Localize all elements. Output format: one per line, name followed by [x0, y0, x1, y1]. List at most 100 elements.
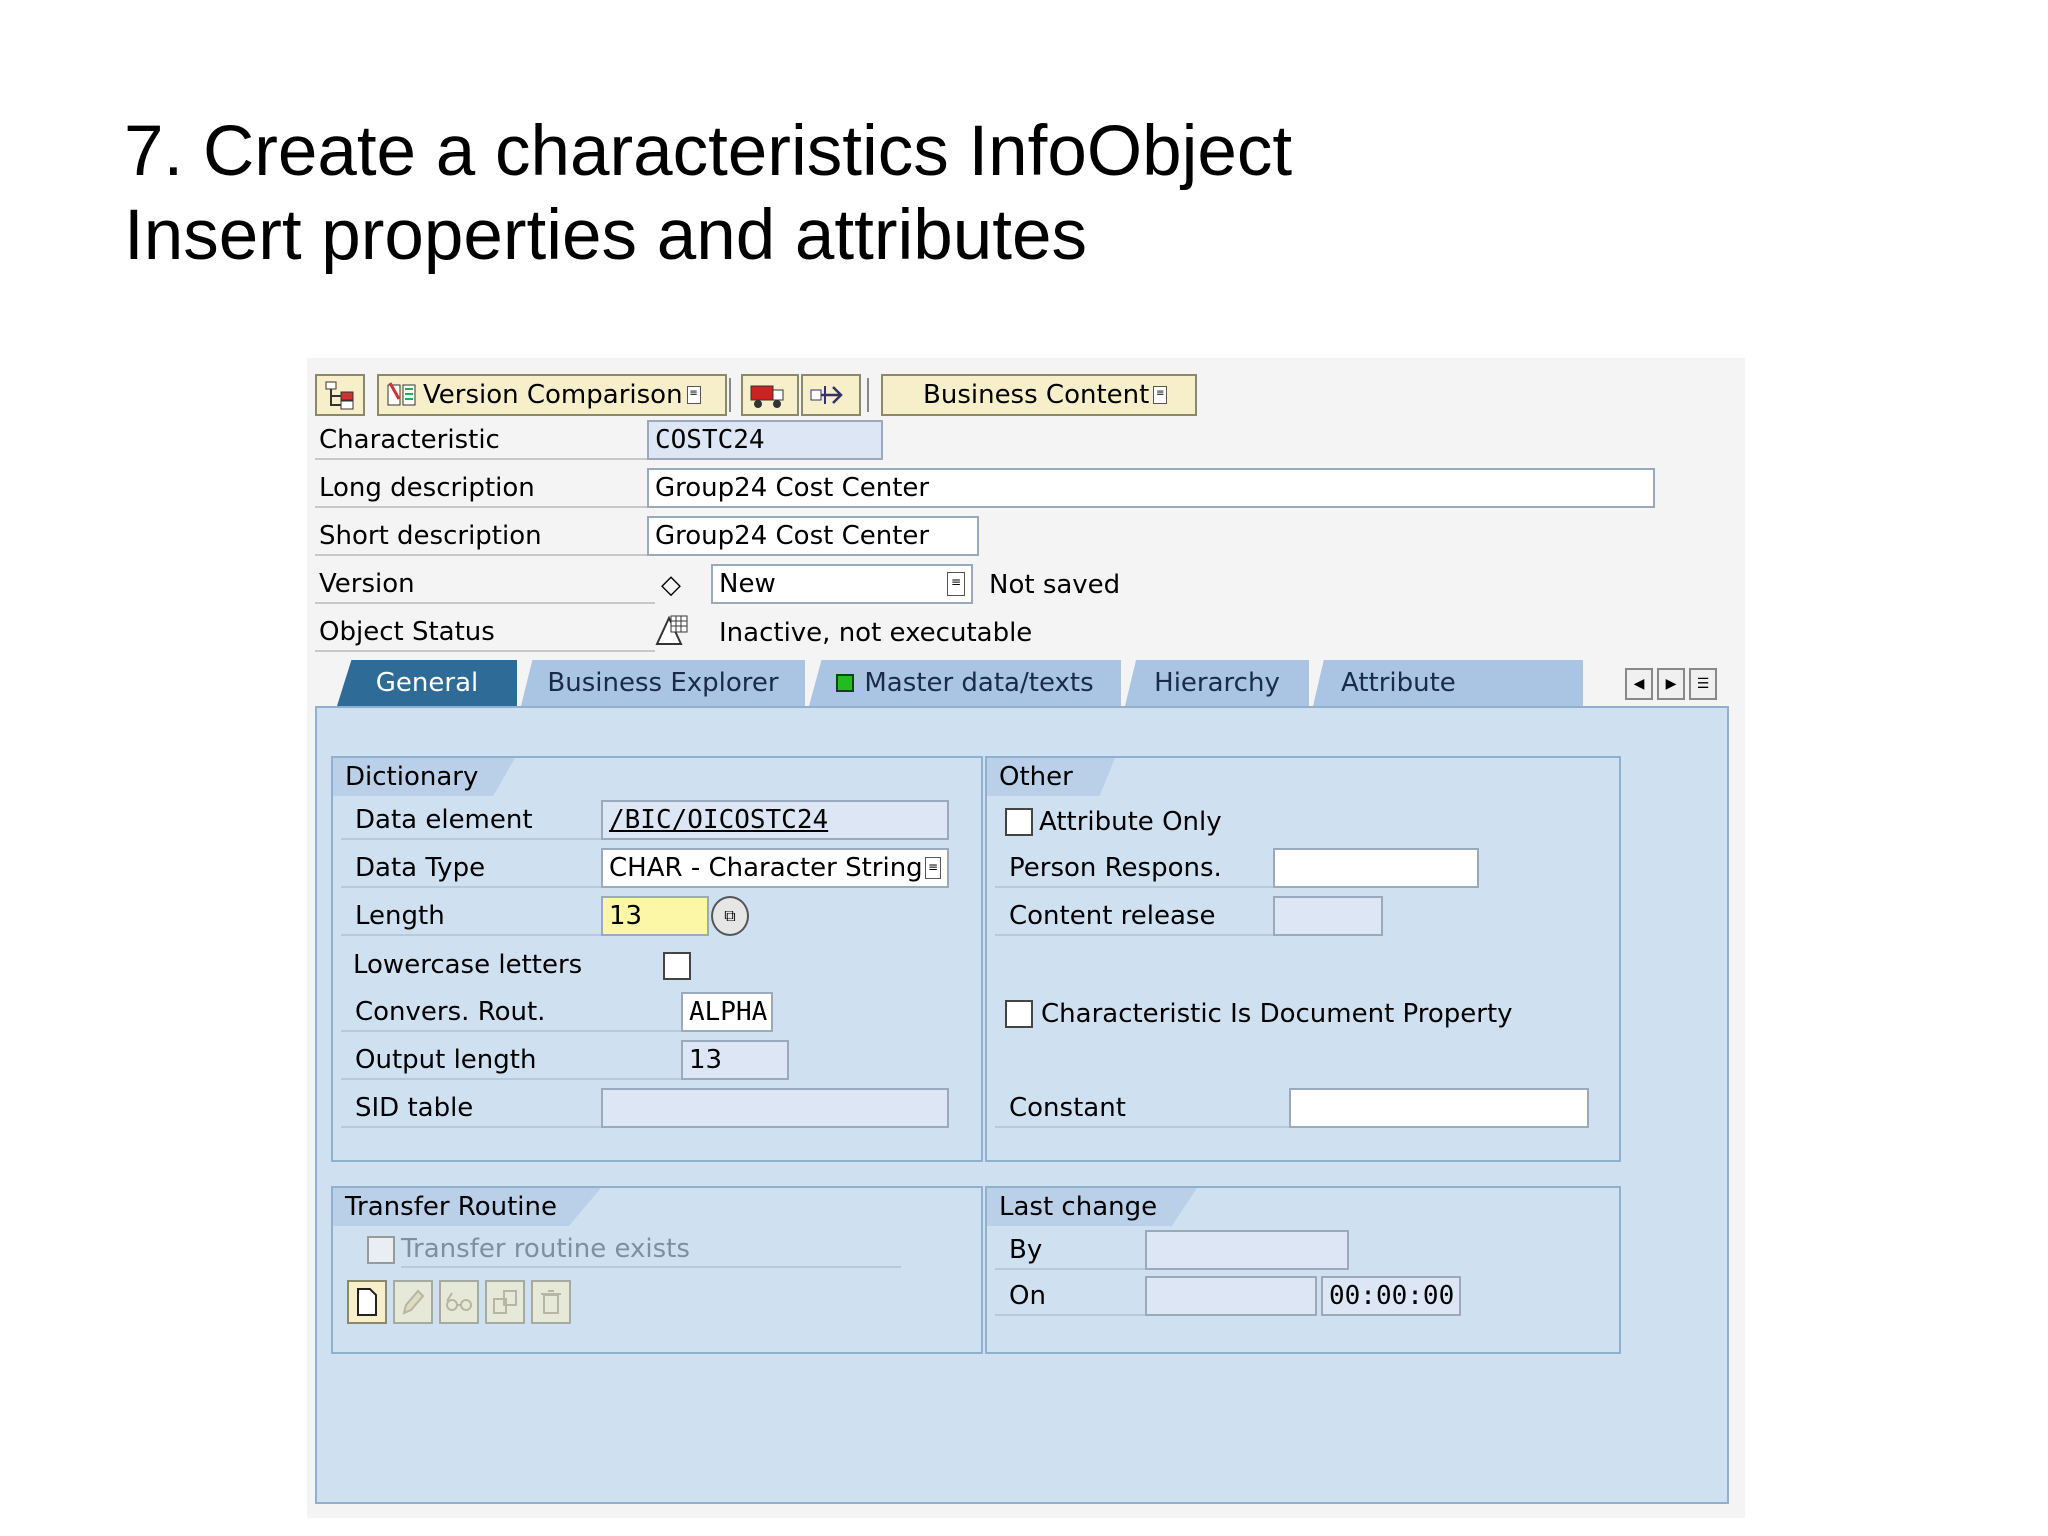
- dropdown-icon: ≡: [925, 857, 941, 879]
- output-length-field[interactable]: 13: [681, 1040, 789, 1080]
- constant-field[interactable]: [1289, 1088, 1589, 1128]
- content-release-field[interactable]: [1273, 896, 1383, 936]
- length-label: Length: [341, 898, 609, 936]
- data-type-field[interactable]: CHAR - Character String ≡: [601, 848, 949, 888]
- other-group-title: Other: [987, 758, 1115, 796]
- tab-general[interactable]: General: [337, 660, 517, 706]
- tab-hierarchy[interactable]: Hierarchy: [1125, 660, 1309, 706]
- document-property-checkbox[interactable]: [1005, 1000, 1033, 1028]
- glasses-icon: [446, 1292, 472, 1311]
- changed-by-label: By: [995, 1232, 1155, 1270]
- attribute-only-checkbox[interactable]: [1005, 808, 1033, 836]
- output-length-label: Output length: [341, 1042, 687, 1080]
- slide-title: 7. Create a characteristics InfoObject I…: [124, 110, 1292, 278]
- long-description-field[interactable]: Group24 Cost Center: [647, 468, 1655, 508]
- document-property-label: Characteristic Is Document Property: [1041, 999, 1513, 1029]
- dictionary-group-title: Dictionary: [333, 758, 515, 796]
- transfer-routine-group: Transfer Routine Transfer routine exists: [331, 1186, 983, 1354]
- transfer-routine-title: Transfer Routine: [333, 1188, 601, 1226]
- version-comparison-button[interactable]: Version Comparison ≡: [377, 374, 727, 416]
- dropdown-icon: ≡: [686, 386, 701, 404]
- object-status-icon: [653, 612, 691, 655]
- changed-on-date-field[interactable]: [1145, 1276, 1317, 1316]
- version-comparison-label: Version Comparison: [423, 380, 683, 410]
- characteristic-label: Characteristic: [315, 422, 655, 460]
- version-field[interactable]: New ≡: [711, 564, 973, 604]
- tab-attribute[interactable]: Attribute: [1313, 660, 1583, 706]
- changed-on-time-field[interactable]: 00:00:00: [1321, 1276, 1461, 1316]
- object-status-value: Inactive, not executable: [719, 618, 1033, 648]
- lowercase-letters-label: Lowercase letters: [353, 950, 583, 980]
- slide-title-line-1: 7. Create a characteristics InfoObject: [124, 112, 1293, 191]
- transport-button[interactable]: [741, 374, 799, 416]
- version-value: New: [719, 569, 776, 599]
- copy-icon: [493, 1290, 517, 1314]
- length-field[interactable]: 13: [601, 896, 709, 936]
- sid-table-label: SID table: [341, 1090, 609, 1128]
- copy-routine-button[interactable]: [485, 1280, 525, 1324]
- version-diamond-icon: ◇: [661, 570, 681, 600]
- attribute-only-label: Attribute Only: [1039, 807, 1222, 837]
- person-responsible-field[interactable]: [1273, 848, 1479, 888]
- person-responsible-label: Person Respons.: [995, 850, 1285, 888]
- changed-by-field[interactable]: [1145, 1230, 1349, 1270]
- tab-master-data-texts[interactable]: Master data/texts: [809, 660, 1121, 706]
- changed-on-label: On: [995, 1278, 1155, 1316]
- last-change-title: Last change: [987, 1188, 1197, 1226]
- sid-table-field[interactable]: [601, 1088, 949, 1128]
- last-change-group: Last change By On 00:00:00: [985, 1186, 1621, 1354]
- conversion-routine-field[interactable]: ALPHA: [681, 992, 773, 1032]
- tab-attribute-label: Attribute: [1341, 668, 1456, 698]
- tab-master-data-label: Master data/texts: [864, 668, 1094, 698]
- version-status: Not saved: [989, 570, 1121, 600]
- create-routine-button[interactable]: [347, 1280, 387, 1324]
- delete-routine-button[interactable]: [531, 1280, 571, 1324]
- tab-scroll-right-button[interactable]: ▶: [1657, 668, 1685, 700]
- lowercase-letters-checkbox[interactable]: [663, 952, 691, 980]
- tab-business-explorer[interactable]: Business Explorer: [521, 660, 805, 706]
- dictionary-group: Dictionary Data element /BIC/OICOSTC24 D…: [331, 756, 983, 1162]
- constant-label: Constant: [995, 1090, 1299, 1128]
- pencil-icon: [402, 1289, 425, 1315]
- conversion-routine-label: Convers. Rout.: [341, 994, 687, 1032]
- data-type-label: Data Type: [341, 850, 609, 888]
- tab-list-button[interactable]: ☰: [1689, 668, 1717, 700]
- tab-general-label: General: [375, 668, 479, 698]
- general-tab-panel: Dictionary Data element /BIC/OICOSTC24 D…: [315, 706, 1729, 1504]
- where-used-button[interactable]: [801, 374, 861, 416]
- hierarchy-tree-button[interactable]: [315, 374, 365, 416]
- version-label: Version: [315, 566, 655, 604]
- display-routine-button[interactable]: [439, 1280, 479, 1324]
- toolbar-separator: [867, 378, 869, 412]
- details-icon[interactable]: ⧉: [711, 896, 749, 936]
- toolbar-separator: [729, 378, 731, 412]
- status-green-icon: [836, 674, 855, 692]
- trash-icon: [541, 1290, 561, 1314]
- truck-icon: [750, 385, 784, 408]
- characteristic-field[interactable]: COSTC24: [647, 420, 883, 460]
- transfer-routine-exists-checkbox[interactable]: [367, 1236, 395, 1264]
- tab-strip: General Business Explorer Master data/te…: [307, 660, 1745, 706]
- transfer-routine-exists-label: Transfer routine exists: [401, 1232, 901, 1268]
- slide-title-line-2: Insert properties and attributes: [124, 196, 1087, 275]
- business-content-label: Business Content: [923, 380, 1150, 410]
- long-description-label: Long description: [315, 470, 655, 508]
- dropdown-icon: ≡: [947, 572, 965, 596]
- version-compare-icon: [387, 382, 416, 406]
- new-document-icon: [357, 1288, 377, 1316]
- other-group: Other Attribute Only Person Respons. Con…: [985, 756, 1621, 1162]
- object-status-label: Object Status: [315, 614, 655, 652]
- tab-scroll-left-button[interactable]: ◀: [1625, 668, 1653, 700]
- content-release-label: Content release: [995, 898, 1285, 936]
- where-used-icon: [810, 386, 843, 404]
- short-description-field[interactable]: Group24 Cost Center: [647, 516, 979, 556]
- business-content-button[interactable]: Business Content ≡: [881, 374, 1197, 416]
- tab-business-explorer-label: Business Explorer: [547, 668, 779, 698]
- short-description-label: Short description: [315, 518, 655, 556]
- tree-icon: [325, 381, 354, 410]
- data-element-label: Data element: [341, 802, 609, 840]
- tab-hierarchy-label: Hierarchy: [1154, 668, 1280, 698]
- edit-routine-button[interactable]: [393, 1280, 433, 1324]
- data-element-field[interactable]: /BIC/OICOSTC24: [601, 800, 949, 840]
- data-type-value: CHAR - Character String: [609, 853, 923, 883]
